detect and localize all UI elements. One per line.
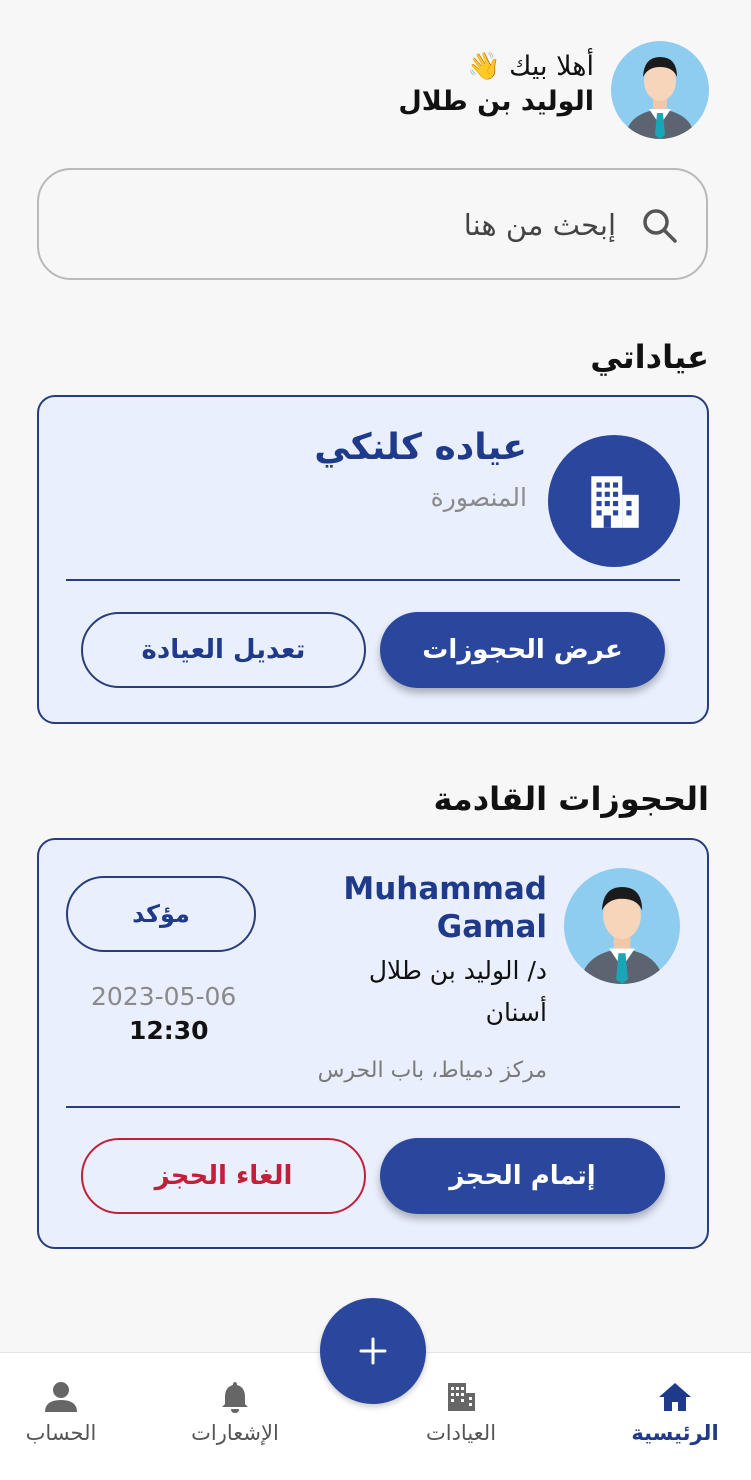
nav-home[interactable]: الرئيسية (605, 1379, 745, 1459)
clinic-card-divider (66, 579, 680, 581)
patient-avatar (564, 868, 680, 984)
search-input[interactable] (176, 200, 616, 250)
specialty: أسنان (485, 998, 547, 1027)
patient-name-line1: Muhammad (343, 871, 547, 907)
building-icon (591, 476, 639, 528)
search-icon (640, 206, 680, 246)
upcoming-bookings-title: الحجوزات القادمة (433, 780, 709, 818)
clinic-city: المنصورة (430, 483, 527, 512)
user-avatar[interactable] (611, 41, 709, 139)
booking-card: Muhammad Gamal د/ الوليد بن طلال أسنان م… (37, 838, 709, 1249)
building-icon (448, 1383, 475, 1411)
clinic-logo (548, 435, 680, 567)
search-bar[interactable] (37, 168, 708, 280)
person-icon (45, 1382, 77, 1412)
booking-card-divider (66, 1106, 680, 1108)
add-button[interactable] (320, 1298, 426, 1404)
greeting-text: أهلا بيك 👋 (466, 51, 594, 82)
my-clinics-title: عياداتي (590, 338, 709, 376)
clinic-card: عياده كلنكي المنصورة عرض الحجوزات تعديل … (37, 395, 709, 724)
booking-address: مركز دمياط، باب الحرس (317, 1058, 547, 1083)
clinic-name: عياده كلنكي (314, 427, 527, 468)
nav-account[interactable]: الحساب (1, 1379, 121, 1459)
nav-clinics[interactable]: العيادات (391, 1379, 531, 1459)
nav-notifications-label: الإشعارات (191, 1421, 279, 1445)
nav-home-label: الرئيسية (631, 1421, 719, 1445)
complete-booking-button[interactable]: إتمام الحجز (380, 1138, 665, 1214)
nav-notifications[interactable]: الإشعارات (165, 1379, 305, 1459)
status-badge: مؤكد (66, 876, 256, 952)
cancel-booking-button[interactable]: الغاء الحجز (81, 1138, 366, 1214)
booking-date: 2023-05-06 (91, 982, 237, 1011)
nav-clinics-label: العيادات (425, 1421, 497, 1445)
plus-icon (359, 1337, 387, 1365)
patient-name-line2: Gamal (436, 909, 547, 945)
view-bookings-button[interactable]: عرض الحجوزات (380, 612, 665, 688)
nav-account-label: الحساب (25, 1421, 97, 1445)
edit-clinic-button[interactable]: تعديل العيادة (81, 612, 366, 688)
bell-icon (222, 1382, 248, 1413)
patient-name: Muhammad Gamal (343, 870, 547, 946)
doctor-name: د/ الوليد بن طلال (368, 956, 547, 985)
home-icon (659, 1383, 691, 1411)
booking-time: 12:30 (129, 1016, 209, 1045)
user-name: الوليد بن طلال (398, 86, 594, 117)
